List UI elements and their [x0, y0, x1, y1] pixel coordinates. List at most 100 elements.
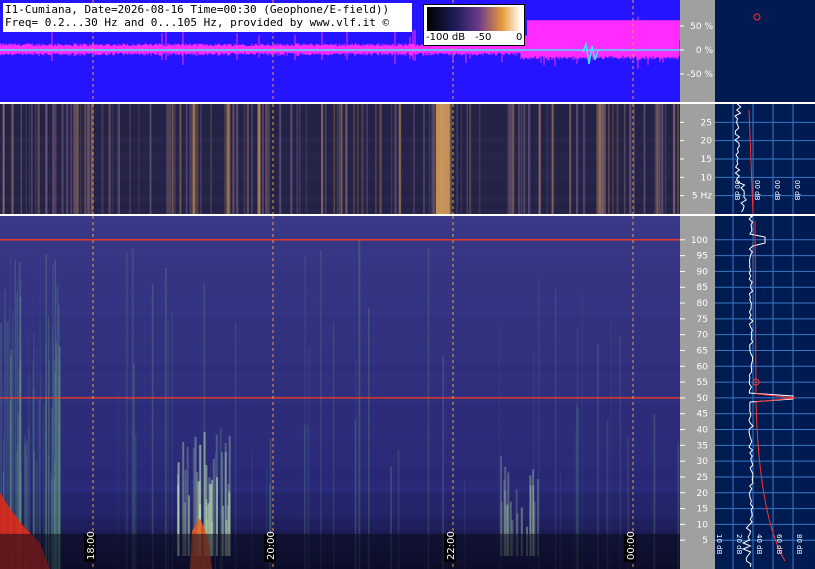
colorbar-label-max: 0 [516, 32, 523, 43]
side-bottom-tick-label-3: 60 dB [775, 534, 783, 555]
spectrogram-low-streak [196, 104, 199, 214]
spectrogram-high-tick-label-0: 100 [691, 236, 708, 246]
spectrogram-low-streak [366, 104, 368, 214]
spectrogram-low-streak [478, 104, 481, 214]
spectrogram-low-streak [338, 104, 340, 214]
spectrogram-low-streak [673, 104, 676, 214]
spectrogram-low-streak [166, 104, 169, 214]
spectrogram-high-streak [427, 248, 430, 569]
side-bottom-tick-label-0: 10 dB [715, 534, 723, 555]
spectrogram-high-streak [151, 283, 154, 569]
spectrogram-low-streak [527, 104, 531, 214]
header-line-2: Freq= 0.2...30 Hz and 0...105 Hz, provid… [5, 16, 390, 29]
spectrogram-low-streak [361, 104, 364, 214]
spectrogram-low-streak [298, 104, 301, 214]
spectrogram-low-streak [170, 104, 172, 214]
side-mid-tick-label-1: 00 dB [753, 180, 761, 201]
spectrogram-low-streak [20, 104, 22, 214]
spectrogram-high-streak [498, 325, 501, 569]
spectrogram-high-band [0, 271, 680, 278]
spectrogram-low-streak [109, 104, 111, 214]
spectrogram-low-streak [79, 104, 82, 214]
spectrogram-low-streak [509, 104, 513, 214]
spectrogram-high-tick-label-18: 10 [697, 520, 709, 530]
spectrogram-high-low-band [0, 533, 680, 569]
spectrogram-low-streak [431, 104, 434, 214]
colorbar-label-mid: -50 [475, 32, 492, 43]
spectrogram-low-streak [29, 104, 31, 214]
colorbar: -100 dB -50 0 [423, 4, 525, 46]
spectrogram-low-streak [168, 104, 171, 214]
spectrogram-high-streak [234, 322, 237, 569]
spectrogram-high-streak [167, 320, 169, 569]
spectrogram-high-streak [610, 316, 612, 569]
spectrogram-low-streak [596, 104, 599, 214]
spectrogram-high-tick-label-13: 35 [697, 441, 708, 451]
spectrogram-high-band [0, 233, 680, 240]
spectrogram-high-tick-label-15: 25 [697, 473, 708, 483]
spectrogram-low-streak [138, 104, 140, 214]
spectrogram-low-streak [290, 104, 293, 214]
spectrogram-low-streak [353, 104, 355, 214]
spectrogram-low-streak [321, 104, 324, 214]
spectrogram-high-band [0, 221, 680, 227]
spectrogram-low-streak [551, 104, 555, 214]
time-label-group-0: 18:00 [84, 531, 97, 562]
side-mid-tick-label-3: 00 dB [793, 180, 801, 201]
spectrogram-low-streak [413, 104, 416, 214]
spectrogram-low-streak [172, 104, 174, 214]
spectrogram-high-streak [131, 248, 134, 569]
spectrogram-high-streak [581, 294, 583, 569]
spectrogram-low-streak [375, 104, 377, 214]
time-label-3: 00:00 [626, 531, 637, 560]
spectrogram-low-streak [77, 104, 79, 214]
spectrogram-low-streak [261, 104, 264, 214]
spectrogram-high-tick-label-2: 90 [697, 267, 709, 277]
header-line-1: I1-Cumiana, Date=2026-08-16 Time=00:30 (… [5, 3, 390, 16]
side-top-bg [715, 0, 815, 102]
spectrogram-low-streak [546, 104, 549, 214]
side-bottom-tick-label-4: 80 dB [795, 534, 803, 555]
spectrogram-low-burst-4 [598, 104, 602, 214]
spectrogram-low-streak [602, 104, 604, 214]
spectrogram-low-streak [3, 104, 5, 214]
spectrogram-low-streak [518, 104, 520, 214]
header-box: I1-Cumiana, Date=2026-08-16 Time=00:30 (… [3, 3, 412, 32]
side-bottom-tick-label-2: 40 dB [755, 534, 763, 555]
spectrogram-high-streak [47, 316, 50, 569]
spectrogram-low-streak [70, 104, 72, 214]
spectrogram-low-streak [603, 104, 606, 214]
spectrogram-high: 18:00 20:00 22:00 00:00 [0, 216, 680, 569]
spectrogram-low-streak [340, 104, 342, 214]
spectrogram-low-streak [118, 104, 120, 214]
spectrogram-low-streak [61, 104, 64, 214]
spectrogram-low-burst-2 [226, 104, 230, 214]
spectrogram-low-streak [433, 104, 435, 214]
spectrogram-low-streak [243, 104, 246, 214]
spectrogram-high-band [0, 252, 680, 258]
spectrogram-high-band [0, 309, 680, 315]
spectrogram-low-streak [582, 104, 586, 214]
spectrogram-high-tick-label-9: 55 [697, 378, 708, 388]
spectrogram-low-streak [390, 104, 393, 214]
spectrogram-low-streak [336, 104, 338, 214]
spectrogram-low-streak [507, 104, 510, 214]
spectrogram-high-tick-label-6: 70 [697, 331, 709, 341]
spectrogram-high-streak [125, 252, 128, 569]
spectrogram-low-streak [612, 104, 614, 214]
chart-root: I1-Cumiana, Date=2026-08-16 Time=00:30 (… [0, 0, 815, 569]
waveform-trace-dense [527, 20, 680, 41]
spectrogram-low-streak [25, 104, 27, 214]
spectrogram-low-tick-label-2: 15 [701, 155, 712, 165]
spectrogram-low-streak [305, 104, 308, 214]
spectrogram-high-tick-label-4: 80 [697, 299, 709, 309]
waveform-axis: 50 % 0 % -50 % [680, 0, 715, 102]
spectrogram-high-band [0, 246, 680, 252]
spectrogram-low-streak [88, 104, 90, 214]
waveform-tick-label-1: 0 % [696, 46, 714, 56]
colorbar-gradient [427, 7, 521, 31]
spectrogram-high-band [0, 290, 680, 297]
spectrogram-high-band [0, 239, 680, 247]
spectrogram-low-streak [512, 104, 514, 214]
spectrogram-low-tick-label-4: 5 Hz [692, 192, 712, 202]
